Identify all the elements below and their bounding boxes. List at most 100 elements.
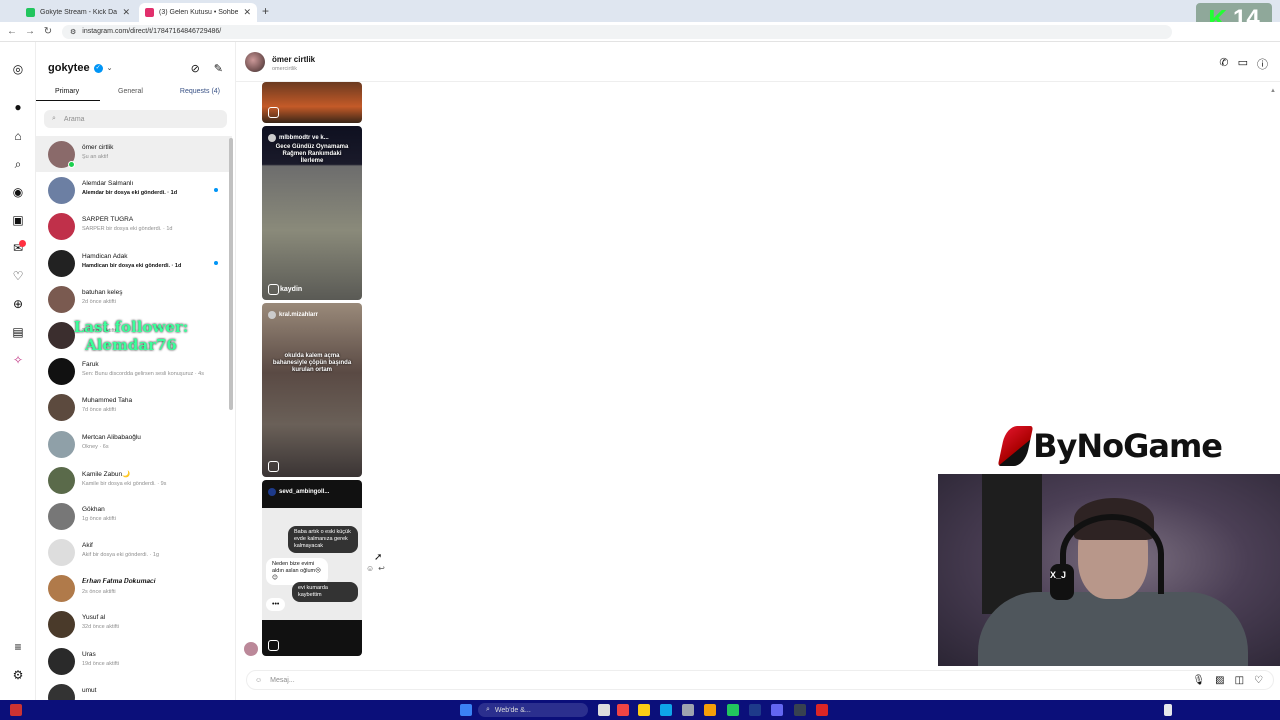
home-icon[interactable]: ⌂ xyxy=(11,129,25,143)
tab-kick-dashboard[interactable]: Gokyte Stream - Kick Dashboard ✕ xyxy=(20,3,136,22)
reel-message[interactable]: sevd_ambingoll... Baba artık o eski küçü… xyxy=(262,480,362,656)
close-tab-icon[interactable]: ✕ xyxy=(122,7,130,18)
reel-message[interactable] xyxy=(262,82,362,123)
conversation-name: batuhan keleş xyxy=(82,288,123,296)
obs-icon[interactable] xyxy=(816,704,828,716)
search-icon[interactable]: ⌕ xyxy=(11,157,25,171)
conversation-row[interactable]: SARPER TUĞRA SARPER bir dosya eki gönderd… xyxy=(36,208,232,244)
xbox-icon[interactable] xyxy=(727,704,739,716)
new-tab-icon[interactable]: + xyxy=(262,4,269,18)
reply-icon[interactable]: ↩ xyxy=(378,564,385,573)
conversation-row[interactable]: 𝑬𝒓𝒉𝒂𝒏 𝑭𝒂𝒕𝒎𝒂 𝑫𝒐𝒌𝒖𝒎𝒂𝒄𝒊 2s önce aktifti xyxy=(36,570,232,606)
app-icon[interactable] xyxy=(794,704,806,716)
address-bar: ← → ↻ ⚙ instagram.com/direct/t/178471648… xyxy=(0,22,1280,42)
explore-icon[interactable]: ◉ xyxy=(11,185,25,199)
emoji-icon[interactable]: ☺ xyxy=(255,677,262,684)
url-field[interactable]: ⚙ instagram.com/direct/t/178471648467294… xyxy=(62,24,1172,39)
app-icon[interactable] xyxy=(617,704,629,716)
conversation-row[interactable]: Gökhan 1g önce aktifti xyxy=(36,498,232,534)
dashboard-icon[interactable]: ▤ xyxy=(11,325,25,339)
discord-icon[interactable] xyxy=(771,704,783,716)
sponsor-logo: ByNoGame xyxy=(997,424,1223,468)
create-icon[interactable]: ⊕ xyxy=(11,297,25,311)
headset-icon xyxy=(1060,514,1164,594)
mute-notifications-icon[interactable]: ⊘ xyxy=(191,62,200,75)
tray-icon[interactable] xyxy=(1164,704,1172,716)
chat-scroll-up-icon[interactable]: ▲ xyxy=(1270,88,1276,94)
last-follower-overlay: Last follower: Alemdar76 xyxy=(56,318,206,354)
conversation-row[interactable]: Faruk Sen: Bunu discordda gelirsen sesli … xyxy=(36,353,232,389)
threads-icon[interactable]: ⚙ xyxy=(11,668,25,682)
voice-clip-icon[interactable]: 🎙 xyxy=(1192,675,1205,686)
phone-call-icon[interactable]: ✆ xyxy=(1219,56,1228,72)
instagram-logo-icon[interactable]: ◎ xyxy=(11,62,25,76)
search-input[interactable]: ⌕ Arama xyxy=(44,110,227,128)
conversation-preview: 7d önce aktifti xyxy=(82,407,116,414)
conversation-preview: Alemdar bir dosya eki gönderdi. · 1d xyxy=(82,190,178,197)
reel-message[interactable]: mlbbmodtr ve k... Gece Gündüz Oynamama R… xyxy=(262,126,362,300)
profile-avatar-icon[interactable]: ● xyxy=(11,100,25,114)
avatar xyxy=(48,249,75,277)
sponsor-name: ByNoGame xyxy=(1033,427,1223,465)
task-view-icon[interactable] xyxy=(598,704,610,716)
verified-badge-icon: ✓ xyxy=(93,63,103,73)
conversation-name: ömer cirtlik xyxy=(82,144,114,151)
avatar[interactable] xyxy=(245,52,265,72)
new-message-icon[interactable]: ✎ xyxy=(214,62,223,75)
tab-general[interactable]: General xyxy=(118,88,143,95)
conversation-name: Yusuf al xyxy=(82,614,106,622)
streamer-body xyxy=(978,592,1248,666)
back-icon[interactable]: ← xyxy=(6,26,18,37)
meta-ai-icon[interactable]: ✧ xyxy=(11,353,25,367)
tab-title: Gokyte Stream - Kick Dashboard xyxy=(40,9,118,16)
sticker-icon[interactable]: ◫ xyxy=(1235,675,1244,686)
follower-label: Last follower: xyxy=(73,318,189,336)
conversation-row[interactable]: Uras 19d önce aktifti xyxy=(36,643,232,679)
tab-requests[interactable]: Requests (4) xyxy=(180,88,220,95)
conversation-row[interactable]: ömer cirtlik Şu an aktif xyxy=(36,136,232,173)
file-explorer-icon[interactable] xyxy=(638,704,650,716)
account-name: gokytee xyxy=(48,62,90,74)
heart-icon[interactable]: ♡ xyxy=(1254,675,1263,686)
instagram-nav-rail: ◎ ● ⌂ ⌕ ◉ ▣ ✉ ♡ ⊕ ▤ ✧ ≡ ⚙ xyxy=(0,42,36,700)
conversation-row[interactable]: Hamdican Adak Hamdican bir dosya eki gönd… xyxy=(36,245,232,281)
site-info-icon[interactable]: ⚙ xyxy=(70,28,76,36)
conversation-name: 𝑬𝒓𝒉𝒂𝒏 𝑭𝒂𝒕𝒎𝒂 𝑫𝒐𝒌𝒖𝒎𝒂𝒄𝒊 xyxy=(82,578,156,586)
video-call-icon[interactable]: ▭ xyxy=(1238,56,1248,72)
reels-icon[interactable]: ▣ xyxy=(11,213,25,227)
image-icon[interactable]: ▨ xyxy=(1215,675,1224,686)
account-switcher[interactable]: gokytee ✓ ⌄ xyxy=(48,62,112,74)
reload-icon[interactable]: ↻ xyxy=(42,26,54,37)
conversation-row[interactable]: umut xyxy=(36,679,232,700)
conversation-row[interactable]: batuhan keleş 2d önce aktifti xyxy=(36,281,232,317)
chat-contact-username: omercirtlik xyxy=(272,66,298,72)
list-scrollbar[interactable] xyxy=(229,138,233,410)
forward-icon[interactable]: → xyxy=(24,26,36,37)
taskbar-search[interactable]: ⌕ Web'de &... xyxy=(478,703,588,717)
edge-icon[interactable] xyxy=(660,704,672,716)
tab-instagram-inbox[interactable]: (3) Gelen Kutusu • Sohbetler ✕ xyxy=(139,3,257,22)
emoji-react-icon[interactable]: ☺ xyxy=(366,564,374,573)
conversation-row[interactable]: Akif Akif bir dosya eki gönderdi. · 1g xyxy=(36,534,232,570)
chat-contact-name[interactable]: ömer cirtlik xyxy=(272,55,315,64)
composer-placeholder: Mesaj... xyxy=(270,676,295,684)
steam-icon[interactable] xyxy=(749,704,761,716)
message-actions: ☺ ↩ xyxy=(366,564,385,573)
reel-message[interactable]: kral.mizahlarr okulda kalem açma bahanes… xyxy=(262,303,362,477)
info-icon[interactable]: ⓘ xyxy=(1257,56,1268,72)
app-icon[interactable] xyxy=(682,704,694,716)
conversation-row[interactable]: Yusuf al 32d önce aktifti xyxy=(36,606,232,642)
menu-icon[interactable]: ≡ xyxy=(11,640,25,654)
taskbar-search-label: Web'de &... xyxy=(494,706,531,714)
message-composer[interactable]: ☺ Mesaj... 🎙 ▨ ◫ ♡ xyxy=(246,670,1274,690)
tab-primary[interactable]: Primary xyxy=(55,88,79,95)
conversation-row[interactable]: Kamile Zabun🌙 Kamile bir dosya eki gönder… xyxy=(36,462,232,498)
app-icon[interactable] xyxy=(10,704,22,716)
close-tab-icon[interactable]: ✕ xyxy=(243,7,251,18)
start-icon[interactable] xyxy=(460,704,472,716)
conversation-row[interactable]: Mertcan Alibabaoğlu Okney · 6s xyxy=(36,426,232,462)
conversation-row[interactable]: Alemdar Salmanlı Alemdar bir dosya eki gö… xyxy=(36,172,232,208)
conversation-row[interactable]: Muhammed Taha 7d önce aktifti xyxy=(36,389,232,425)
heart-icon[interactable]: ♡ xyxy=(11,269,25,283)
chrome-icon[interactable] xyxy=(704,704,716,716)
